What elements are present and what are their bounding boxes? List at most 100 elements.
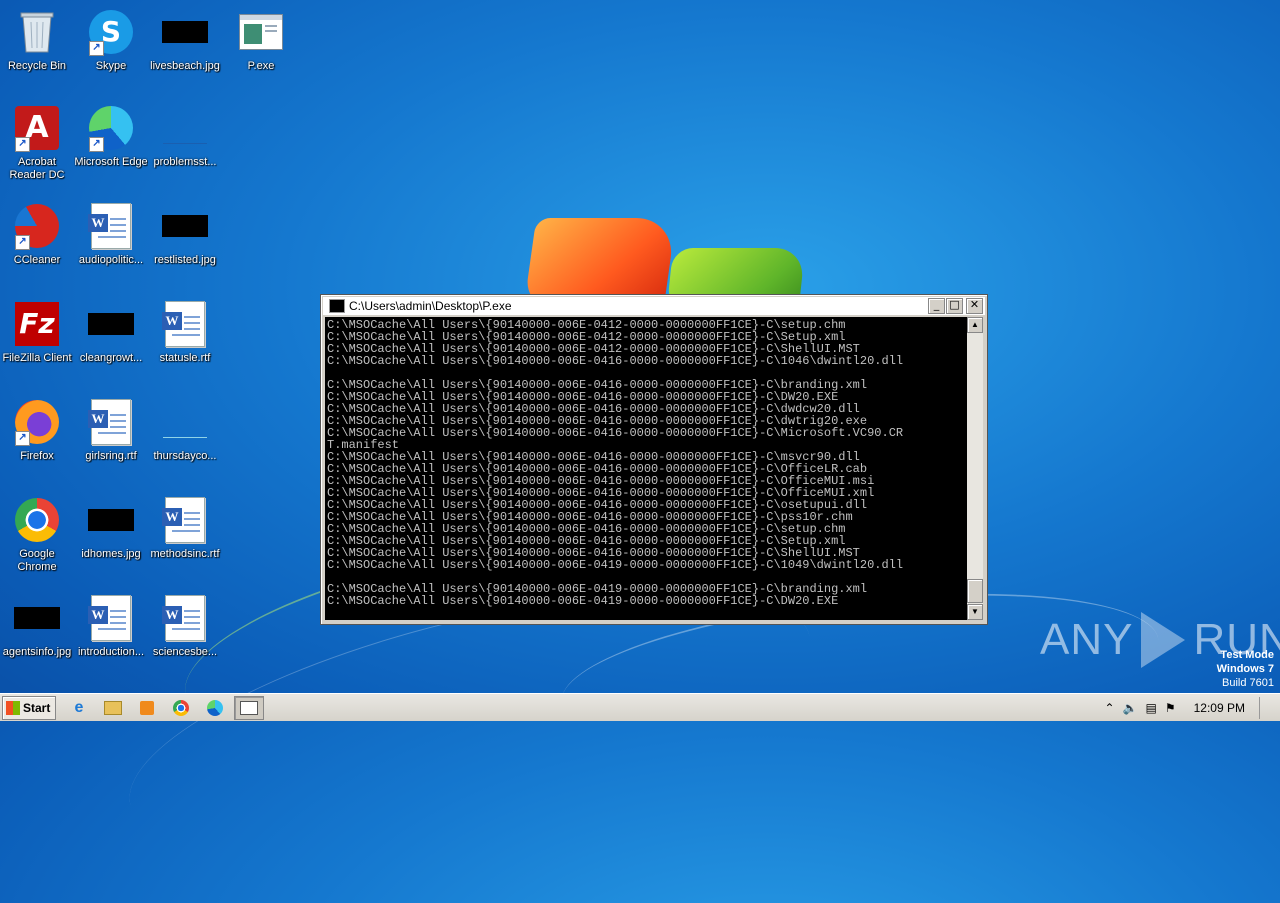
desktop-icon-ccleaner[interactable]: ↗ CCleaner	[0, 202, 74, 267]
ie-taskbar-icon[interactable]: e	[68, 697, 90, 719]
desktop-icon-label: Skype	[74, 60, 148, 73]
console-taskbar-icon	[240, 701, 258, 715]
desktop-icon-skype[interactable]: S ↗ Skype	[74, 8, 148, 73]
word-doc-icon: W	[87, 594, 135, 642]
desktop-icon-label: introduction...	[74, 646, 148, 659]
exe-file-icon	[237, 8, 285, 56]
desktop-icon-filezilla[interactable]: Fz FileZilla Client	[0, 300, 74, 365]
desktop-icon-chrome[interactable]: Google Chrome	[0, 496, 74, 574]
window-titlebar[interactable]: C:\Users\admin\Desktop\P.exe _ □ ✕	[323, 297, 985, 315]
word-doc-icon: W	[161, 300, 209, 348]
desktop-icon-label: P.exe	[224, 60, 298, 73]
file-icon	[161, 104, 209, 152]
word-doc-icon: W	[161, 594, 209, 642]
word-doc-icon: W	[87, 398, 135, 446]
chrome-taskbar-icon[interactable]	[170, 697, 192, 719]
desktop-icon-label: girlsring.rtf	[74, 450, 148, 463]
shortcut-arrow-icon: ↗	[15, 431, 30, 446]
desktop-icon-idhomes[interactable]: idhomes.jpg	[74, 496, 148, 561]
desktop-icon-introduction[interactable]: W introduction...	[74, 594, 148, 659]
desktop-icon-label: restlisted.jpg	[148, 254, 222, 267]
start-label: Start	[23, 701, 50, 715]
desktop-icon-label: methodsinc.rtf	[148, 548, 222, 561]
desktop-icon-label: CCleaner	[0, 254, 74, 267]
explorer-taskbar-icon[interactable]	[102, 697, 124, 719]
action-center-flag-icon[interactable]: ⚑	[1165, 701, 1176, 715]
console-text: C:\MSOCache\All Users\{90140000-006E-041…	[325, 317, 967, 607]
desktop-icon-label: audiopolitic...	[74, 254, 148, 267]
desktop-icon-girlsring[interactable]: W girlsring.rtf	[74, 398, 148, 463]
desktop-icon-p-exe[interactable]: P.exe	[224, 8, 298, 73]
recycle-bin-icon	[13, 8, 61, 56]
console-output[interactable]: C:\MSOCache\All Users\{90140000-006E-041…	[325, 317, 967, 620]
close-button[interactable]: ✕	[966, 298, 983, 314]
desktop-icon-label: cleangrowt...	[74, 352, 148, 365]
minimize-button[interactable]: _	[928, 298, 945, 314]
desktop-icon-methodsinc[interactable]: W methodsinc.rtf	[148, 496, 222, 561]
desktop-icon-cleangrowt[interactable]: cleangrowt...	[74, 300, 148, 365]
taskbar: Start e ⌃ 🔈 ▤ ⚑ 12:09 PM	[0, 693, 1280, 721]
test-mode-notice: Test Mode Windows 7 Build 7601	[1217, 648, 1274, 690]
desktop-icon-acrobat[interactable]: A ↗ Acrobat Reader DC	[0, 104, 74, 182]
vertical-scrollbar[interactable]: ▲ ▼	[967, 317, 983, 620]
desktop-icon-label: Recycle Bin	[0, 60, 74, 73]
filezilla-icon: Fz	[13, 300, 61, 348]
shortcut-arrow-icon: ↗	[15, 137, 30, 152]
show-hidden-icons-icon[interactable]: ⌃	[1105, 701, 1115, 715]
desktop-icon-label: Microsoft Edge	[74, 156, 148, 169]
volume-icon[interactable]: 🔈	[1123, 701, 1138, 715]
shortcut-arrow-icon: ↗	[89, 41, 104, 56]
desktop-icon-label: Acrobat Reader DC	[0, 156, 74, 182]
scroll-thumb[interactable]	[967, 579, 983, 603]
desktop-icon-edge[interactable]: ↗ Microsoft Edge	[74, 104, 148, 169]
edge-icon: ↗	[87, 104, 135, 152]
console-window[interactable]: C:\Users\admin\Desktop\P.exe _ □ ✕ C:\MS…	[320, 294, 988, 625]
firefox-icon: ↗	[13, 398, 61, 446]
windows-flag-icon	[6, 701, 20, 715]
window-title: C:\Users\admin\Desktop\P.exe	[349, 299, 512, 313]
media-player-taskbar-icon[interactable]	[136, 697, 158, 719]
watermark-brand-left: ANY	[1040, 615, 1133, 665]
file-icon	[161, 398, 209, 446]
desktop-icon-firefox[interactable]: ↗ Firefox	[0, 398, 74, 463]
desktop-icon-label: idhomes.jpg	[74, 548, 148, 561]
image-file-icon	[161, 202, 209, 250]
desktop-icon-label: FileZilla Client	[0, 352, 74, 365]
acrobat-icon: A ↗	[13, 104, 61, 152]
desktop-icon-label: sciencesbe...	[148, 646, 222, 659]
scroll-up-arrow-icon[interactable]: ▲	[967, 317, 983, 333]
system-tray: ⌃ 🔈 ▤ ⚑ 12:09 PM	[1105, 694, 1280, 721]
clock[interactable]: 12:09 PM	[1194, 701, 1245, 715]
desktop-icon-statusle[interactable]: W statusle.rtf	[148, 300, 222, 365]
network-icon[interactable]: ▤	[1146, 701, 1157, 715]
desktop-icon-label: problemsst...	[148, 156, 222, 169]
maximize-button[interactable]: □	[946, 298, 963, 314]
console-taskbar-button[interactable]	[234, 696, 264, 720]
desktop-icon-label: thursdayco...	[148, 450, 222, 463]
desktop-icon-agentsinfo[interactable]: agentsinfo.jpg	[0, 594, 74, 659]
desktop-icon-problemsst[interactable]: problemsst...	[148, 104, 222, 169]
desktop-icon-recycle-bin[interactable]: Recycle Bin	[0, 8, 74, 73]
show-desktop-button[interactable]	[1259, 697, 1274, 719]
desktop-icon-audiopolitic[interactable]: W audiopolitic...	[74, 202, 148, 267]
desktop-icon-thursdayco[interactable]: thursdayco...	[148, 398, 222, 463]
desktop-icon-label: Google Chrome	[0, 548, 74, 574]
desktop-icon-label: statusle.rtf	[148, 352, 222, 365]
desktop-icon-restlisted[interactable]: restlisted.jpg	[148, 202, 222, 267]
console-app-icon	[329, 299, 345, 313]
test-mode-line: Test Mode	[1217, 648, 1274, 662]
edge-taskbar-icon[interactable]	[204, 697, 226, 719]
word-doc-icon: W	[161, 496, 209, 544]
skype-icon: S ↗	[87, 8, 135, 56]
desktop-icon-livesbeach[interactable]: livesbeach.jpg	[148, 8, 222, 73]
ccleaner-icon: ↗	[13, 202, 61, 250]
windows-version-line: Windows 7	[1217, 662, 1274, 676]
play-logo-icon	[1141, 612, 1185, 668]
start-button[interactable]: Start	[2, 696, 56, 720]
scroll-down-arrow-icon[interactable]: ▼	[967, 604, 983, 620]
desktop-icon-label: Firefox	[0, 450, 74, 463]
image-file-icon	[87, 300, 135, 348]
image-file-icon	[13, 594, 61, 642]
shortcut-arrow-icon: ↗	[89, 137, 104, 152]
desktop-icon-sciencesbe[interactable]: W sciencesbe...	[148, 594, 222, 659]
